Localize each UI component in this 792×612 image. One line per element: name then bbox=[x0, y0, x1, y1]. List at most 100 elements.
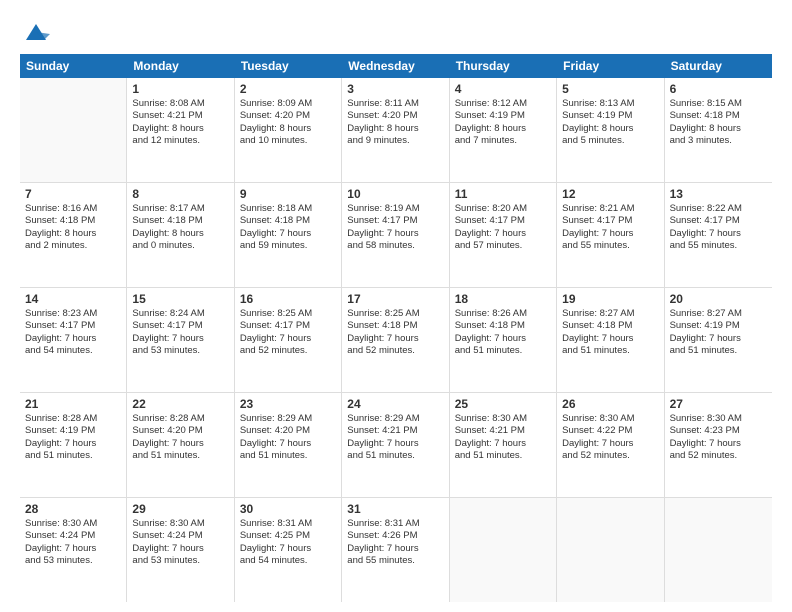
day-number: 24 bbox=[347, 397, 443, 411]
sunrise-line: Sunrise: 8:20 AM bbox=[455, 203, 551, 215]
sunset-line: Sunset: 4:17 PM bbox=[347, 215, 443, 227]
daylight-line2: and 53 minutes. bbox=[132, 345, 228, 357]
calendar-row: 21 Sunrise: 8:28 AM Sunset: 4:19 PM Dayl… bbox=[20, 393, 772, 498]
daylight-line1: Daylight: 8 hours bbox=[670, 123, 767, 135]
sunrise-line: Sunrise: 8:12 AM bbox=[455, 98, 551, 110]
calendar-cell: 14 Sunrise: 8:23 AM Sunset: 4:17 PM Dayl… bbox=[20, 288, 127, 392]
day-number: 31 bbox=[347, 502, 443, 516]
calendar-cell: 10 Sunrise: 8:19 AM Sunset: 4:17 PM Dayl… bbox=[342, 183, 449, 287]
calendar-cell: 24 Sunrise: 8:29 AM Sunset: 4:21 PM Dayl… bbox=[342, 393, 449, 497]
day-number: 11 bbox=[455, 187, 551, 201]
daylight-line2: and 51 minutes. bbox=[670, 345, 767, 357]
calendar-row: 1 Sunrise: 8:08 AM Sunset: 4:21 PM Dayli… bbox=[20, 78, 772, 183]
daylight-line1: Daylight: 7 hours bbox=[347, 543, 443, 555]
calendar-cell: 12 Sunrise: 8:21 AM Sunset: 4:17 PM Dayl… bbox=[557, 183, 664, 287]
calendar-cell: 2 Sunrise: 8:09 AM Sunset: 4:20 PM Dayli… bbox=[235, 78, 342, 182]
sunrise-line: Sunrise: 8:15 AM bbox=[670, 98, 767, 110]
sunset-line: Sunset: 4:23 PM bbox=[670, 425, 767, 437]
sunrise-line: Sunrise: 8:28 AM bbox=[132, 413, 228, 425]
sunrise-line: Sunrise: 8:25 AM bbox=[240, 308, 336, 320]
day-number: 23 bbox=[240, 397, 336, 411]
header bbox=[20, 18, 772, 46]
daylight-line1: Daylight: 8 hours bbox=[240, 123, 336, 135]
calendar-cell: 3 Sunrise: 8:11 AM Sunset: 4:20 PM Dayli… bbox=[342, 78, 449, 182]
logo bbox=[20, 18, 50, 46]
daylight-line1: Daylight: 7 hours bbox=[455, 438, 551, 450]
daylight-line1: Daylight: 7 hours bbox=[455, 228, 551, 240]
daylight-line1: Daylight: 8 hours bbox=[455, 123, 551, 135]
sunset-line: Sunset: 4:18 PM bbox=[347, 320, 443, 332]
sunrise-line: Sunrise: 8:29 AM bbox=[347, 413, 443, 425]
calendar-header: SundayMondayTuesdayWednesdayThursdayFrid… bbox=[20, 54, 772, 78]
day-number: 21 bbox=[25, 397, 121, 411]
sunrise-line: Sunrise: 8:08 AM bbox=[132, 98, 228, 110]
day-number: 15 bbox=[132, 292, 228, 306]
calendar-cell: 6 Sunrise: 8:15 AM Sunset: 4:18 PM Dayli… bbox=[665, 78, 772, 182]
sunrise-line: Sunrise: 8:25 AM bbox=[347, 308, 443, 320]
sunrise-line: Sunrise: 8:19 AM bbox=[347, 203, 443, 215]
sunset-line: Sunset: 4:19 PM bbox=[25, 425, 121, 437]
daylight-line2: and 52 minutes. bbox=[347, 345, 443, 357]
day-number: 3 bbox=[347, 82, 443, 96]
sunrise-line: Sunrise: 8:18 AM bbox=[240, 203, 336, 215]
day-number: 18 bbox=[455, 292, 551, 306]
sunset-line: Sunset: 4:21 PM bbox=[132, 110, 228, 122]
calendar-cell: 16 Sunrise: 8:25 AM Sunset: 4:17 PM Dayl… bbox=[235, 288, 342, 392]
daylight-line2: and 53 minutes. bbox=[25, 555, 121, 567]
calendar-cell: 29 Sunrise: 8:30 AM Sunset: 4:24 PM Dayl… bbox=[127, 498, 234, 602]
day-number: 27 bbox=[670, 397, 767, 411]
day-number: 1 bbox=[132, 82, 228, 96]
day-number: 22 bbox=[132, 397, 228, 411]
day-number: 6 bbox=[670, 82, 767, 96]
sunset-line: Sunset: 4:20 PM bbox=[347, 110, 443, 122]
sunrise-line: Sunrise: 8:30 AM bbox=[25, 518, 121, 530]
calendar-cell: 9 Sunrise: 8:18 AM Sunset: 4:18 PM Dayli… bbox=[235, 183, 342, 287]
day-number: 29 bbox=[132, 502, 228, 516]
sunset-line: Sunset: 4:20 PM bbox=[240, 425, 336, 437]
calendar-cell: 22 Sunrise: 8:28 AM Sunset: 4:20 PM Dayl… bbox=[127, 393, 234, 497]
day-number: 7 bbox=[25, 187, 121, 201]
sunrise-line: Sunrise: 8:31 AM bbox=[240, 518, 336, 530]
daylight-line1: Daylight: 7 hours bbox=[240, 438, 336, 450]
header-day: Wednesday bbox=[342, 54, 449, 78]
daylight-line1: Daylight: 7 hours bbox=[240, 228, 336, 240]
sunset-line: Sunset: 4:17 PM bbox=[240, 320, 336, 332]
daylight-line2: and 59 minutes. bbox=[240, 240, 336, 252]
sunset-line: Sunset: 4:21 PM bbox=[455, 425, 551, 437]
day-number: 2 bbox=[240, 82, 336, 96]
daylight-line2: and 51 minutes. bbox=[132, 450, 228, 462]
sunset-line: Sunset: 4:17 PM bbox=[562, 215, 658, 227]
daylight-line2: and 10 minutes. bbox=[240, 135, 336, 147]
daylight-line2: and 0 minutes. bbox=[132, 240, 228, 252]
sunrise-line: Sunrise: 8:30 AM bbox=[670, 413, 767, 425]
sunrise-line: Sunrise: 8:17 AM bbox=[132, 203, 228, 215]
daylight-line1: Daylight: 7 hours bbox=[347, 333, 443, 345]
daylight-line2: and 55 minutes. bbox=[670, 240, 767, 252]
sunset-line: Sunset: 4:17 PM bbox=[25, 320, 121, 332]
calendar-row: 28 Sunrise: 8:30 AM Sunset: 4:24 PM Dayl… bbox=[20, 498, 772, 602]
daylight-line1: Daylight: 7 hours bbox=[562, 333, 658, 345]
daylight-line2: and 58 minutes. bbox=[347, 240, 443, 252]
calendar-cell: 23 Sunrise: 8:29 AM Sunset: 4:20 PM Dayl… bbox=[235, 393, 342, 497]
day-number: 9 bbox=[240, 187, 336, 201]
daylight-line1: Daylight: 7 hours bbox=[670, 333, 767, 345]
sunset-line: Sunset: 4:18 PM bbox=[240, 215, 336, 227]
daylight-line2: and 12 minutes. bbox=[132, 135, 228, 147]
daylight-line2: and 57 minutes. bbox=[455, 240, 551, 252]
sunset-line: Sunset: 4:24 PM bbox=[132, 530, 228, 542]
sunset-line: Sunset: 4:17 PM bbox=[132, 320, 228, 332]
daylight-line2: and 51 minutes. bbox=[240, 450, 336, 462]
calendar-cell: 20 Sunrise: 8:27 AM Sunset: 4:19 PM Dayl… bbox=[665, 288, 772, 392]
day-number: 4 bbox=[455, 82, 551, 96]
header-day: Monday bbox=[127, 54, 234, 78]
sunrise-line: Sunrise: 8:24 AM bbox=[132, 308, 228, 320]
header-day: Thursday bbox=[450, 54, 557, 78]
sunset-line: Sunset: 4:20 PM bbox=[240, 110, 336, 122]
daylight-line1: Daylight: 7 hours bbox=[132, 543, 228, 555]
calendar-cell: 28 Sunrise: 8:30 AM Sunset: 4:24 PM Dayl… bbox=[20, 498, 127, 602]
sunrise-line: Sunrise: 8:23 AM bbox=[25, 308, 121, 320]
daylight-line2: and 51 minutes. bbox=[347, 450, 443, 462]
sunset-line: Sunset: 4:18 PM bbox=[25, 215, 121, 227]
daylight-line1: Daylight: 8 hours bbox=[25, 228, 121, 240]
daylight-line2: and 51 minutes. bbox=[455, 450, 551, 462]
